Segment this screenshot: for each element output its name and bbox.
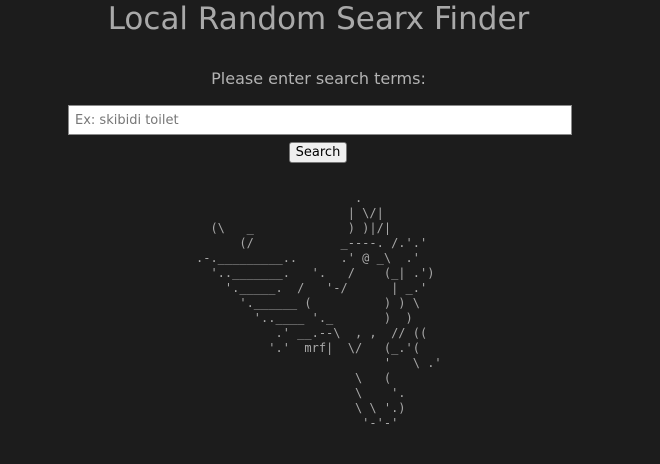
ascii-art-bird: . | \/| (\ _ ) )|/| (/ _----. /.'.' .-._… <box>196 191 442 430</box>
search-button[interactable]: Search <box>289 142 347 163</box>
search-prompt-label: Please enter search terms: <box>211 69 426 88</box>
search-input[interactable] <box>68 105 572 135</box>
page-title: Local Random Searx Finder <box>107 1 530 37</box>
